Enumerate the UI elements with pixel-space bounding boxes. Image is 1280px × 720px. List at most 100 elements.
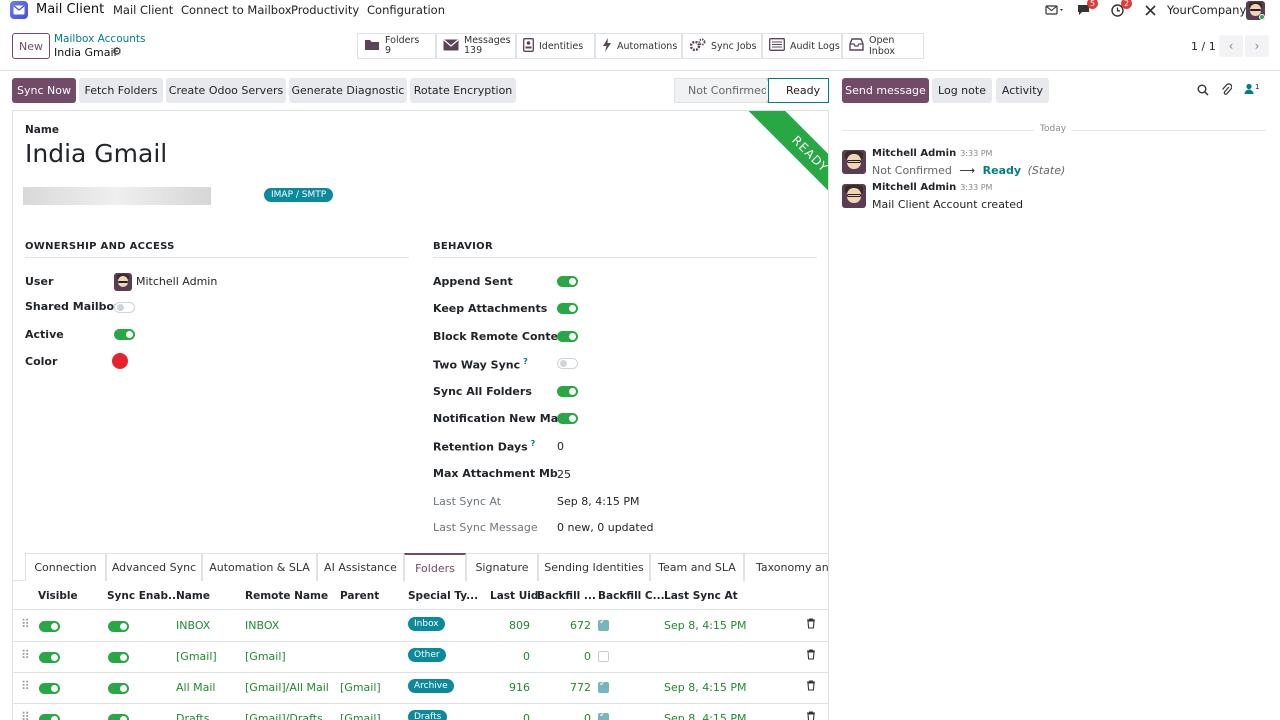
company-switcher[interactable]: YourCompany [1167,3,1246,17]
fetch-folders-button[interactable]: Fetch Folders [79,78,163,103]
remote-name[interactable]: [Gmail]/All Mail [245,681,329,694]
tab-signature[interactable]: Signature [466,553,538,581]
tab-taxonomy[interactable]: Taxonomy and ... [744,553,829,581]
menu-configuration[interactable]: Configuration [367,3,445,17]
sync-all-folders-toggle[interactable] [557,386,578,397]
smart-button-automations[interactable]: Automations [595,33,682,59]
rotate-encryption-button[interactable]: Rotate Encryption [410,78,516,103]
parent-folder[interactable]: [Gmail] [340,681,381,694]
col-last-uid[interactable]: Last Uid [490,590,538,602]
visible-toggle[interactable] [39,714,60,720]
tab-connection[interactable]: Connection [25,553,106,581]
append-sent-toggle[interactable] [557,276,578,287]
message-author[interactable]: Mitchell Admin 3:33 PM [872,148,992,159]
mail-dropdown-icon[interactable] [1045,2,1065,18]
create-odoo-servers-button[interactable]: Create Odoo Servers [166,78,286,103]
pager-next-button[interactable]: › [1245,35,1269,57]
user-avatar[interactable] [1246,1,1265,20]
folder-name[interactable]: Drafts [176,712,209,720]
remote-name[interactable]: [Gmail]/Drafts [245,712,323,720]
tab-team-and-sla[interactable]: Team and SLA [650,553,744,581]
notification-new-mail-toggle[interactable] [557,413,578,424]
message-author[interactable]: Mitchell Admin 3:33 PM [872,182,992,193]
backfill-complete-checkbox[interactable] [598,679,609,693]
tab-advanced-sync[interactable]: Advanced Sync [106,553,202,581]
breadcrumb-parent[interactable]: Mailbox Accounts [54,33,146,45]
table-row[interactable]: ⠿ Drafts [Gmail]/Drafts [Gmail] Drafts 0… [12,704,829,720]
status-ready[interactable]: Ready [768,78,829,103]
sync-enabled-toggle[interactable] [108,714,129,720]
sync-enabled-toggle[interactable] [108,683,129,694]
new-button[interactable]: New [12,33,50,59]
active-toggle[interactable] [114,329,135,340]
menu-mail-client[interactable]: Mail Client [113,3,173,17]
smart-button-folders[interactable]: Folders 9 [357,33,436,59]
shared-mailbox-toggle[interactable] [114,302,135,313]
messages-icon[interactable]: 5 [1077,0,1099,18]
block-remote-content-toggle[interactable] [557,331,578,342]
tab-automation-sla[interactable]: Automation & SLA [202,553,317,581]
tab-folders[interactable]: Folders [404,553,466,582]
help-tooltip-icon[interactable]: ? [531,439,536,448]
table-row[interactable]: ⠿ INBOX INBOX Inbox 809 672 Sep 8, 4:15 … [12,611,829,642]
remote-name[interactable]: [Gmail] [245,650,286,663]
trash-icon[interactable] [806,711,816,720]
col-sync-enabled[interactable]: Sync Enab... [107,590,180,602]
color-swatch[interactable] [112,353,128,369]
trash-icon[interactable] [806,649,816,663]
log-note-button[interactable]: Log note [932,78,992,103]
col-backfill[interactable]: Backfill ... [537,590,596,602]
sync-enabled-toggle[interactable] [108,652,129,663]
max-attachment-value[interactable]: 25 [557,468,571,481]
sync-now-button[interactable]: Sync Now [12,78,76,103]
paperclip-icon[interactable] [1221,83,1233,100]
col-remote-name[interactable]: Remote Name [245,590,328,602]
activity-clock-icon[interactable]: 2 [1111,0,1133,18]
followers-button[interactable]: 1 [1244,83,1259,95]
folder-name[interactable]: All Mail [176,681,215,694]
sync-enabled-toggle[interactable] [108,621,129,632]
trash-icon[interactable] [806,680,816,694]
folder-name[interactable]: [Gmail] [176,650,217,663]
keep-attachments-toggle[interactable] [557,303,578,314]
message-avatar[interactable] [842,150,866,174]
message-avatar[interactable] [842,184,866,208]
col-name[interactable]: Name [176,590,210,602]
smart-button-identities[interactable]: Identities [516,33,595,59]
tab-ai-assistance[interactable]: AI Assistance [317,553,404,581]
smart-button-audit-logs[interactable]: Audit Logs [762,33,842,59]
visible-toggle[interactable] [39,621,60,632]
user-value[interactable]: Mitchell Admin [136,275,217,288]
send-message-button[interactable]: Send message [842,78,929,103]
search-icon[interactable] [1197,84,1209,99]
visible-toggle[interactable] [39,652,60,663]
smart-button-messages[interactable]: Messages 139 [436,33,516,59]
pager-value[interactable]: 1 / 1 [1191,40,1216,53]
status-not-confirmed[interactable]: Not Confirmed [674,78,774,103]
col-parent[interactable]: Parent [340,590,379,602]
drag-handle-icon[interactable]: ⠿ [21,617,30,631]
menu-productivity[interactable]: Productivity [291,3,359,17]
col-backfill-complete[interactable]: Backfill C... [598,590,665,602]
pager-prev-button[interactable]: ‹ [1219,35,1243,57]
mail-app-icon[interactable] [10,1,28,19]
col-special-type[interactable]: Special Ty... [408,590,478,602]
smart-button-sync-jobs[interactable]: Sync Jobs [682,33,762,59]
backfill-complete-checkbox[interactable] [598,710,609,720]
app-name[interactable]: Mail Client [36,2,104,17]
folder-name[interactable]: INBOX [176,619,210,632]
backfill-complete-checkbox[interactable] [598,651,609,662]
gear-icon[interactable]: ⚙ [112,45,122,58]
help-tooltip-icon[interactable]: ? [523,357,528,366]
drag-handle-icon[interactable]: ⠿ [21,710,30,720]
backfill-complete-checkbox[interactable] [598,617,609,631]
author-name[interactable]: Mitchell Admin [872,182,956,193]
table-row[interactable]: ⠿ [Gmail] [Gmail] Other 0 0 [12,642,829,673]
table-row[interactable]: ⠿ All Mail [Gmail]/All Mail [Gmail] Arch… [12,673,829,704]
author-name[interactable]: Mitchell Admin [872,148,956,159]
remote-name[interactable]: INBOX [245,619,279,632]
retention-days-value[interactable]: 0 [557,440,564,453]
drag-handle-icon[interactable]: ⠿ [21,679,30,693]
parent-folder[interactable]: [Gmail] [340,712,381,720]
visible-toggle[interactable] [39,683,60,694]
